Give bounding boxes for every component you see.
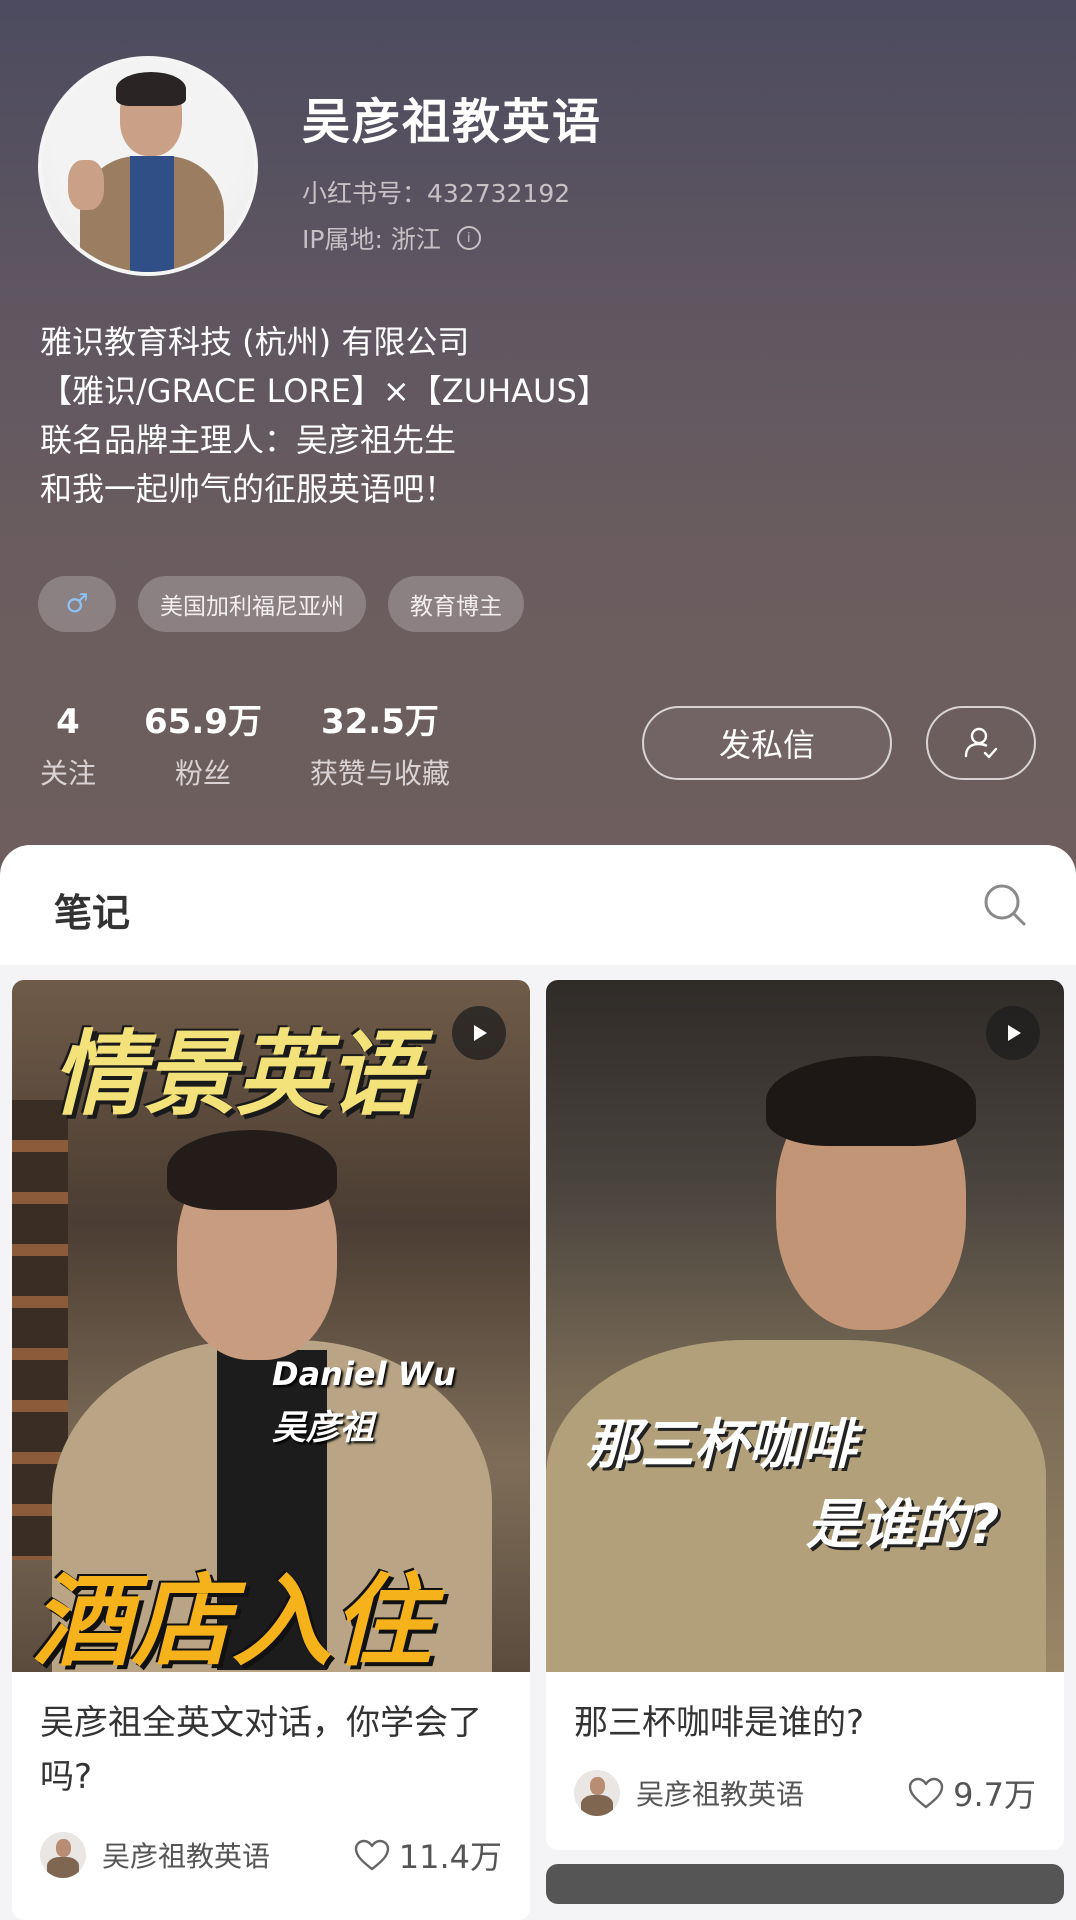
gender-tag: ♂: [38, 576, 116, 632]
profile-avatar[interactable]: [38, 56, 258, 276]
stat-following-label: 关注: [40, 757, 97, 790]
cover-name-cn: 吴彦祖: [272, 1408, 374, 1448]
xhs-id: 小红书号：432732192: [302, 179, 571, 208]
tab-notes[interactable]: 笔记: [54, 882, 130, 937]
bio-line: 联名品牌主理人：吴彦祖先生: [40, 421, 457, 459]
cover-title-line2: 是谁的?: [806, 1493, 1000, 1556]
profile-bio: 雅识教育科技 (杭州) 有限公司 【雅识/GRACE LORE】×【ZUHAUS…: [40, 318, 609, 514]
stat-following[interactable]: 4 关注: [40, 700, 96, 792]
info-icon[interactable]: i: [456, 226, 481, 250]
stat-likes[interactable]: 32.5万 获赞与收藏: [310, 700, 450, 792]
profile-stats: 4 关注 65.9万 粉丝 32.5万 获赞与收藏: [40, 700, 498, 792]
note-footer: 吴彦祖教英语 9.7万: [574, 1770, 1036, 1816]
stat-following-count: 4: [56, 702, 80, 742]
stat-followers-count: 65.9万: [144, 702, 262, 742]
user-check-icon: [964, 727, 998, 759]
search-button[interactable]: [980, 880, 1030, 930]
note-card[interactable]: 那三杯咖啡 是谁的? 那三杯咖啡是谁的? 吴彦祖教英语 9.7万: [546, 980, 1064, 1850]
cover-name-en: Daniel Wu: [272, 1355, 456, 1393]
notes-header-bar: [0, 845, 1076, 965]
cover-title-bottom: 酒店入住: [32, 1563, 432, 1672]
note-cover[interactable]: 情景英语 Daniel Wu 吴彦祖 酒店入住: [12, 980, 530, 1672]
note-footer: 吴彦祖教英语 11.4万: [40, 1832, 502, 1878]
search-icon: [984, 884, 1026, 926]
profile-tags: ♂ 美国加利福尼亚州 教育博主: [38, 576, 524, 632]
stat-likes-label: 获赞与收藏: [309, 757, 450, 790]
author-avatar[interactable]: [574, 1770, 620, 1816]
note-cover[interactable]: 那三杯咖啡 是谁的?: [546, 980, 1064, 1672]
category-tag[interactable]: 教育博主: [388, 576, 524, 632]
ip-location: IP属地: 浙江 i: [302, 220, 481, 256]
heart-icon: [908, 1777, 944, 1809]
note-title: 吴彦祖全英文对话，你学会了吗?: [40, 1703, 482, 1797]
author-name[interactable]: 吴彦祖教英语: [636, 1773, 907, 1813]
stat-followers[interactable]: 65.9万 粉丝: [144, 700, 262, 792]
note-card[interactable]: 情景英语 Daniel Wu 吴彦祖 酒店入住 吴彦祖全英文对话，你学会了吗? …: [12, 980, 530, 1920]
video-play-icon: [452, 1006, 506, 1060]
ip-location-text: IP属地: 浙江: [302, 225, 441, 254]
bio-line: 雅识教育科技 (杭州) 有限公司: [40, 323, 470, 361]
like-button[interactable]: 9.7万: [907, 1770, 1036, 1816]
video-play-icon: [986, 1006, 1040, 1060]
stat-likes-count: 32.5万: [320, 702, 439, 742]
cover-title-top: 情景英语: [52, 1021, 421, 1128]
location-tag: 美国加利福尼亚州: [138, 576, 366, 632]
profile-header: 吴彦祖教英语 小红书号：432732192 IP属地: 浙江 i 雅识教育科技 …: [0, 0, 1076, 880]
bio-line: 【雅识/GRACE LORE】×【ZUHAUS】: [40, 372, 609, 410]
bio-line: 和我一起帅气的征服英语吧！: [40, 470, 457, 508]
like-count: 11.4万: [398, 1838, 502, 1876]
cover-title-line1: 那三杯咖啡: [586, 1413, 856, 1476]
like-button[interactable]: 11.4万: [353, 1832, 502, 1878]
note-title: 那三杯咖啡是谁的?: [574, 1703, 865, 1743]
author-avatar[interactable]: [40, 1832, 86, 1878]
note-card-partial[interactable]: [546, 1864, 1064, 1904]
stat-followers-label: 粉丝: [174, 757, 231, 790]
profile-name: 吴彦祖教英语: [302, 94, 603, 150]
follow-button[interactable]: [926, 706, 1036, 780]
heart-icon: [354, 1839, 389, 1871]
like-count: 9.7万: [953, 1776, 1036, 1814]
author-name[interactable]: 吴彦祖教英语: [102, 1835, 353, 1875]
send-message-button[interactable]: 发私信: [642, 706, 892, 780]
